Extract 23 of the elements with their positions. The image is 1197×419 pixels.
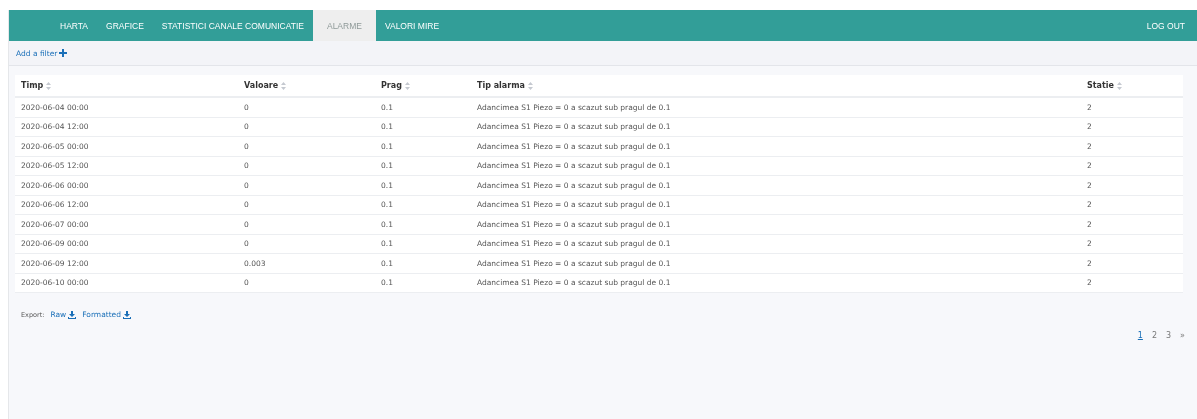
logout-link[interactable]: LOG OUT [1146, 10, 1197, 41]
download-icon [123, 310, 131, 319]
sort-icon [1117, 81, 1122, 90]
nav-tab[interactable]: HARTA [51, 10, 98, 41]
column-header[interactable]: Tip alarma [471, 75, 1081, 97]
sort-icon [527, 81, 533, 90]
page-link[interactable]: 2 [1151, 331, 1157, 340]
page-link[interactable]: 3 [1166, 331, 1172, 340]
column-header[interactable]: Valoare [238, 75, 375, 97]
download-icon [68, 310, 77, 319]
nav-tab[interactable]: VALORI MIRE [375, 10, 449, 41]
page-link[interactable]: 1 [1137, 331, 1143, 340]
column-header[interactable]: Statie [1081, 75, 1183, 97]
nav-tab[interactable]: STATISTICI CANALE COMUNICATIE [152, 10, 313, 41]
sort-icon [404, 81, 410, 90]
next-page-link[interactable]: » [1180, 331, 1185, 340]
column-header[interactable]: Prag [375, 75, 471, 97]
column-header[interactable]: Timp [15, 75, 238, 97]
nav-tab[interactable]: GRAFICE [97, 10, 153, 41]
sort-icon [281, 81, 287, 90]
nav-tab[interactable]: ALARME [312, 10, 376, 41]
sort-icon [46, 81, 52, 90]
plus-icon [59, 49, 68, 57]
